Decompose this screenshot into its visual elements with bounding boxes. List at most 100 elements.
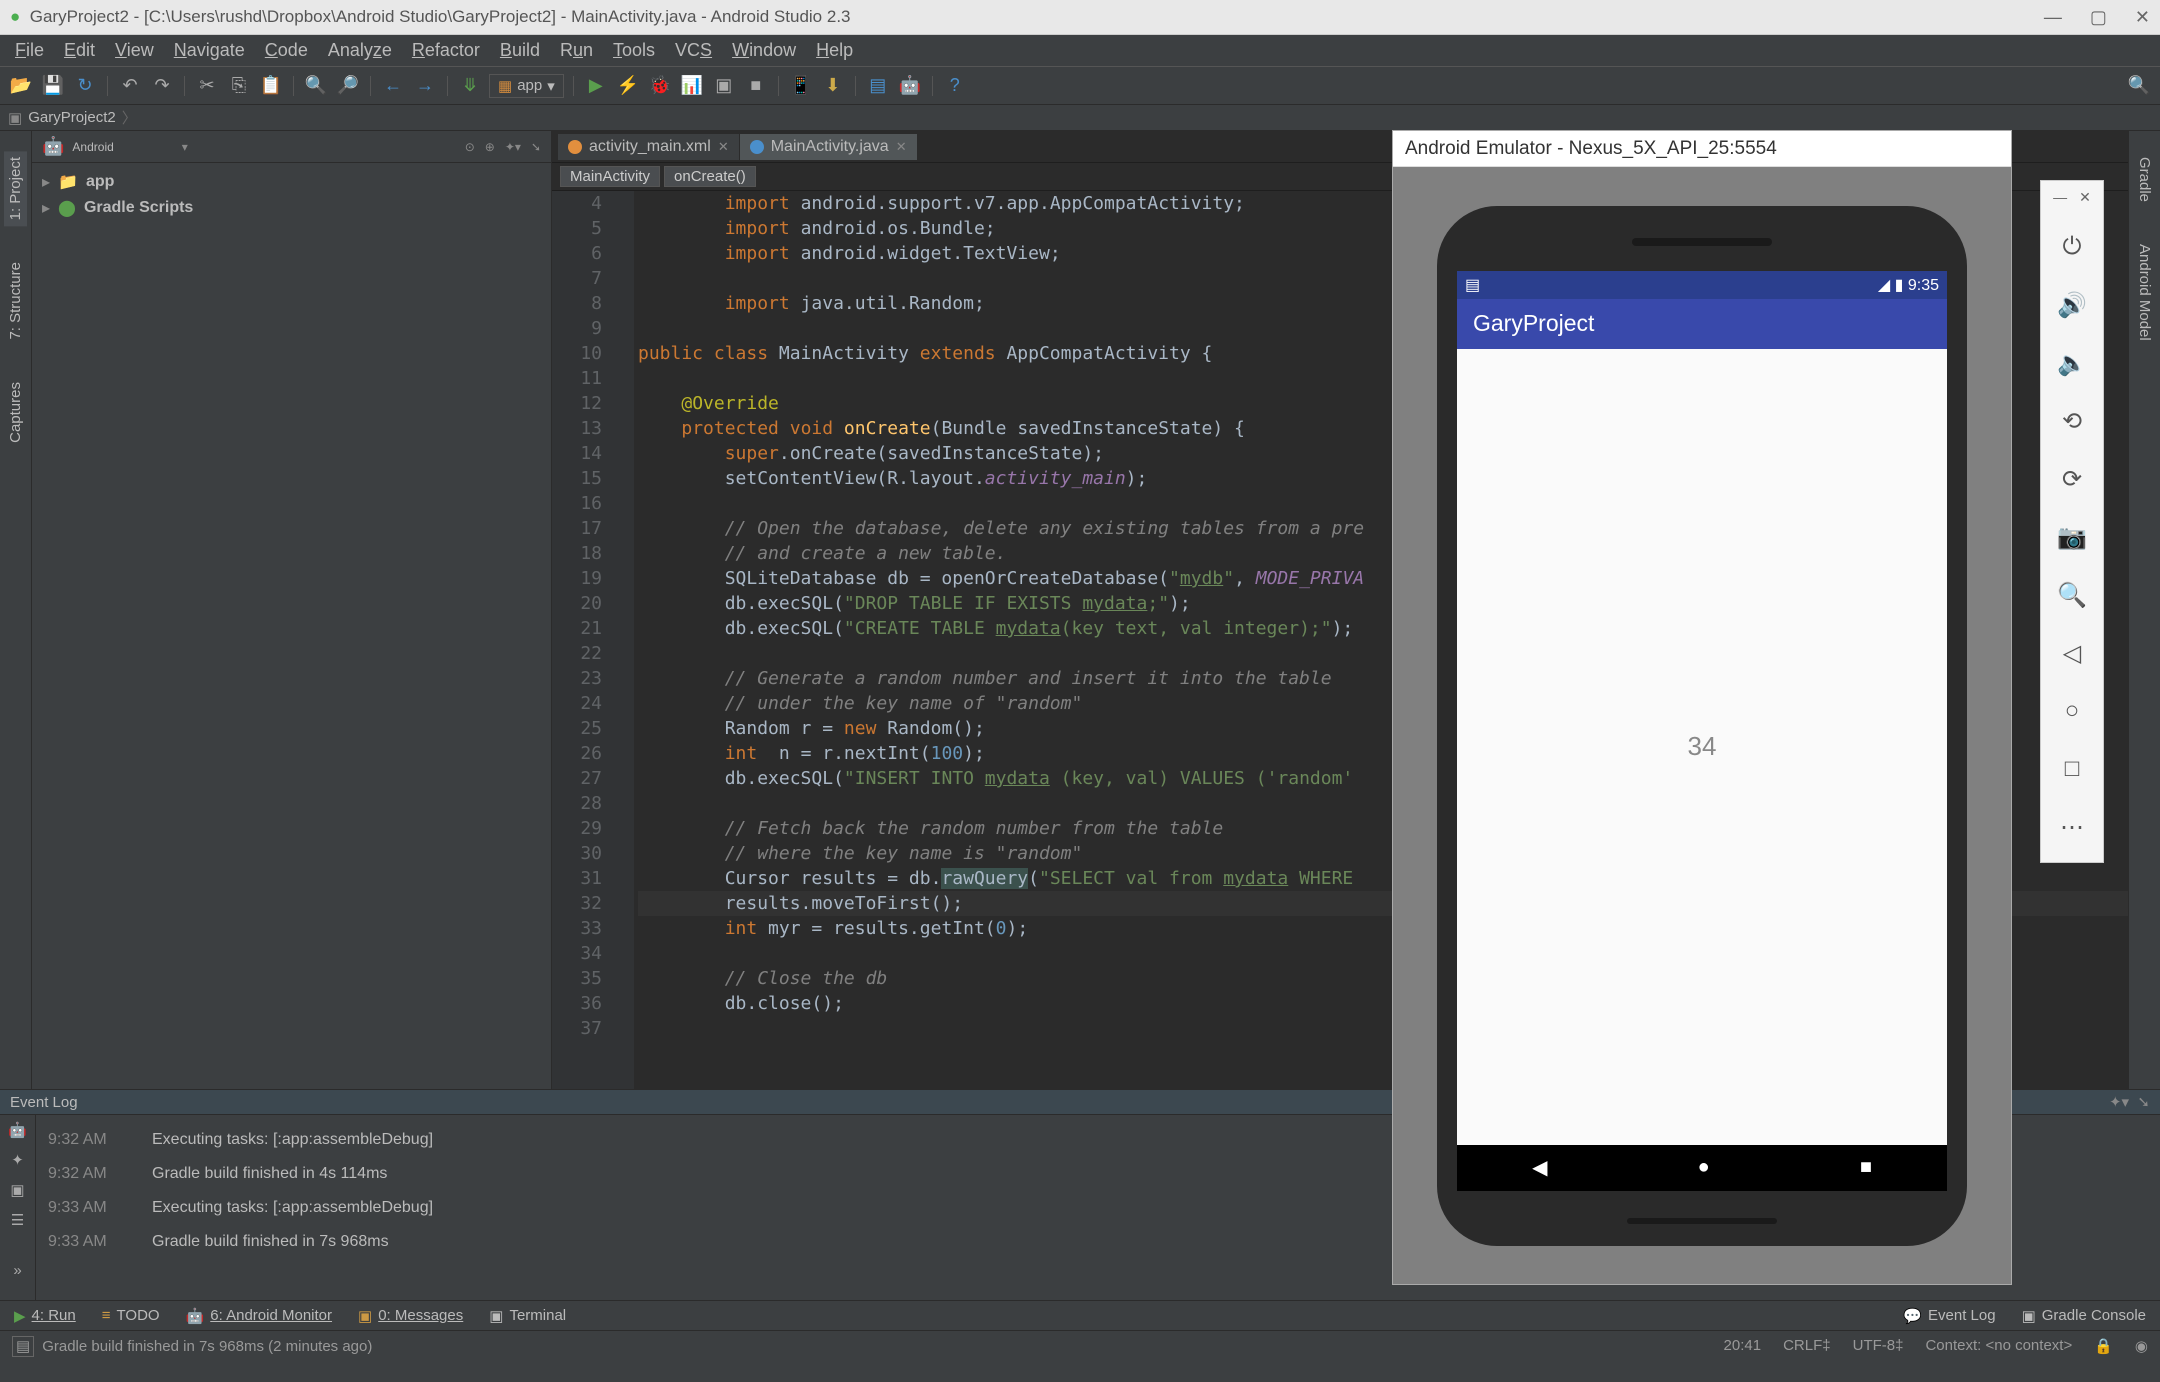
menu-run[interactable]: Run: [551, 36, 602, 65]
hide-icon[interactable]: ➘: [531, 140, 541, 154]
emulator-window[interactable]: Android Emulator - Nexus_5X_API_25:5554 …: [1392, 130, 2012, 1285]
emu-power-icon[interactable]: ⏻: [2052, 220, 2092, 274]
minimize-button[interactable]: —: [2044, 7, 2062, 28]
apply-changes-icon[interactable]: ⚡: [615, 73, 641, 99]
emu-volume-up-icon[interactable]: 🔊: [2052, 278, 2092, 332]
right-tab-android-model[interactable]: Android Model: [2133, 238, 2156, 347]
emu-volume-down-icon[interactable]: 🔈: [2052, 336, 2092, 390]
sdk-icon[interactable]: ⬇: [820, 73, 846, 99]
menu-navigate[interactable]: Navigate: [165, 36, 254, 65]
open-icon[interactable]: 📂: [8, 73, 34, 99]
marker-gutter: [612, 191, 634, 1089]
emu-zoom-icon[interactable]: 🔍: [2052, 568, 2092, 622]
bottom-gradle-console[interactable]: ▣Gradle Console: [2022, 1307, 2146, 1325]
el-expand-icon[interactable]: »: [7, 1259, 29, 1281]
emu-camera-icon[interactable]: 📷: [2052, 510, 2092, 564]
menu-tools[interactable]: Tools: [604, 36, 664, 65]
emu-more-icon[interactable]: ⋯: [2052, 800, 2092, 854]
code-crumb[interactable]: onCreate(): [664, 166, 756, 187]
menu-analyze[interactable]: Analyze: [319, 36, 401, 65]
menu-refactor[interactable]: Refactor: [403, 36, 489, 65]
paste-icon[interactable]: 📋: [258, 73, 284, 99]
menu-vcs[interactable]: VCS: [666, 36, 721, 65]
avd-icon[interactable]: 📱: [788, 73, 814, 99]
back-icon[interactable]: ←: [380, 73, 406, 99]
emu-home-icon[interactable]: ○: [2052, 684, 2092, 738]
layout-inspector-icon[interactable]: ▤: [865, 73, 891, 99]
emu-close-icon[interactable]: ✕: [2079, 189, 2091, 206]
status-lock-icon[interactable]: 🔒: [2094, 1337, 2113, 1355]
tree-item-gradle[interactable]: ▸⬤ Gradle Scripts: [42, 195, 541, 221]
close-button[interactable]: ✕: [2135, 7, 2150, 28]
undo-icon[interactable]: ↶: [117, 73, 143, 99]
bottom-android-monitor[interactable]: 🤖6: Android Monitor: [186, 1307, 332, 1325]
menu-view[interactable]: View: [106, 36, 163, 65]
redo-icon[interactable]: ↷: [149, 73, 175, 99]
settings-icon[interactable]: ✦▾: [505, 140, 521, 154]
attach-icon[interactable]: ▣: [711, 73, 737, 99]
emu-rotate-left-icon[interactable]: ⟲: [2052, 394, 2092, 448]
left-tab-structure[interactable]: 7: Structure: [4, 256, 27, 346]
bottom-todo[interactable]: ≡TODO: [102, 1307, 160, 1324]
run-config-selector[interactable]: ▦ app ▾: [489, 74, 564, 98]
replace-icon[interactable]: 🔎: [335, 73, 361, 99]
profiler-icon[interactable]: 📊: [679, 73, 705, 99]
nav-recent-icon[interactable]: ■: [1860, 1156, 1872, 1179]
menu-help[interactable]: Help: [807, 36, 862, 65]
help-icon[interactable]: ?: [942, 73, 968, 99]
emu-back-icon[interactable]: ◁: [2052, 626, 2092, 680]
menu-file[interactable]: File: [6, 36, 53, 65]
sync-icon[interactable]: ↻: [72, 73, 98, 99]
copy-icon[interactable]: ⎘: [226, 73, 252, 99]
expand-icon[interactable]: ⊕: [485, 140, 495, 154]
close-icon[interactable]: ✕: [718, 139, 729, 155]
status-lineend[interactable]: CRLF‡: [1783, 1337, 1831, 1355]
debug-icon[interactable]: 🐞: [647, 73, 673, 99]
make-icon[interactable]: ⤋: [457, 73, 483, 99]
close-icon[interactable]: ✕: [896, 139, 907, 155]
emu-overview-icon[interactable]: □: [2052, 742, 2092, 796]
bottom-terminal[interactable]: ▣Terminal: [489, 1307, 566, 1325]
phone-screen[interactable]: ▤ ◢ ▮ 9:35 GaryProject 34 ◀ ● ■: [1457, 271, 1947, 1191]
status-context[interactable]: Context: <no context>: [1925, 1337, 2072, 1355]
menu-edit[interactable]: Edit: [55, 36, 104, 65]
tab-activity-main[interactable]: activity_main.xml ✕: [558, 134, 740, 160]
el-android-icon[interactable]: 🤖: [7, 1119, 29, 1141]
nav-back-icon[interactable]: ◀: [1532, 1155, 1547, 1180]
android-resource-icon[interactable]: 🤖: [897, 73, 923, 99]
bottom-run[interactable]: ▶4: Run: [14, 1307, 76, 1325]
emu-minimize-icon[interactable]: —: [2053, 189, 2067, 206]
save-icon[interactable]: 💾: [40, 73, 66, 99]
stop-icon[interactable]: ■: [743, 73, 769, 99]
status-indicator-icon[interactable]: ◉: [2135, 1337, 2148, 1355]
tab-mainactivity[interactable]: MainActivity.java ✕: [740, 134, 918, 160]
tree-item-app[interactable]: ▸📁 app: [42, 169, 541, 195]
el-filter-icon[interactable]: ☰: [7, 1209, 29, 1231]
breadcrumb-item[interactable]: GaryProject2: [28, 109, 116, 126]
breadcrumb-bar: ▣ GaryProject2 〉: [0, 105, 2160, 131]
forward-icon[interactable]: →: [412, 73, 438, 99]
cut-icon[interactable]: ✂: [194, 73, 220, 99]
left-tab-project[interactable]: 1: Project: [4, 151, 27, 226]
bottom-event-log[interactable]: 💬Event Log: [1903, 1307, 1995, 1325]
run-icon[interactable]: ▶: [583, 73, 609, 99]
emu-rotate-right-icon[interactable]: ⟳: [2052, 452, 2092, 506]
code-crumb[interactable]: MainActivity: [560, 166, 660, 187]
status-encoding[interactable]: UTF-8‡: [1853, 1337, 1904, 1355]
phone-frame: ▤ ◢ ▮ 9:35 GaryProject 34 ◀ ● ■: [1437, 206, 1967, 1246]
menu-code[interactable]: Code: [256, 36, 317, 65]
right-tab-gradle[interactable]: Gradle: [2133, 151, 2156, 208]
find-icon[interactable]: 🔍: [303, 73, 329, 99]
bottom-messages[interactable]: ▣0: Messages: [358, 1307, 463, 1325]
el-screen-icon[interactable]: ▣: [7, 1179, 29, 1201]
left-tab-captures[interactable]: Captures: [4, 376, 27, 449]
project-view-label[interactable]: Android: [72, 140, 113, 154]
project-tree[interactable]: ▸📁 app ▸⬤ Gradle Scripts: [32, 163, 551, 227]
search-everywhere-icon[interactable]: 🔍: [2126, 73, 2152, 99]
maximize-button[interactable]: ▢: [2090, 7, 2107, 28]
el-settings-icon[interactable]: ✦: [7, 1149, 29, 1171]
menu-build[interactable]: Build: [491, 36, 549, 65]
collapse-icon[interactable]: ⊙: [465, 140, 475, 154]
menu-window[interactable]: Window: [723, 36, 805, 65]
nav-home-icon[interactable]: ●: [1698, 1156, 1710, 1179]
